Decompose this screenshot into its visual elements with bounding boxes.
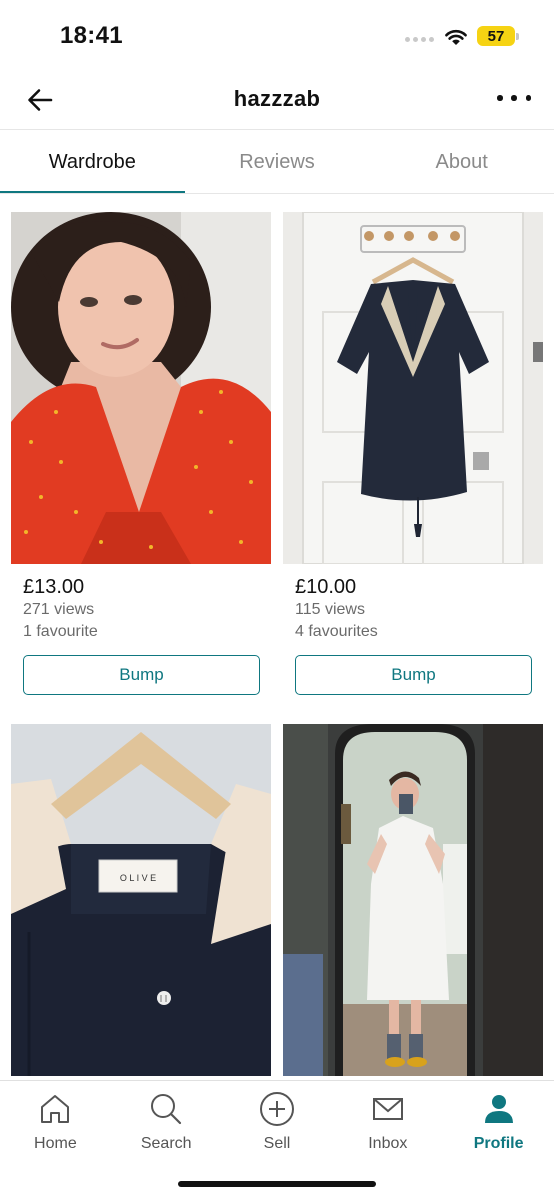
nav-header: hazzzab — [0, 72, 554, 128]
item-price: £10.00 — [295, 576, 357, 598]
status-time: 18:41 — [60, 22, 123, 49]
item-favourites: 1 favourite — [23, 623, 98, 640]
nav-label-search: Search — [140, 1135, 192, 1152]
nav-item-sell[interactable]: Sell — [222, 1081, 333, 1161]
item-card[interactable] — [283, 724, 543, 1076]
item-card[interactable]: O L I V E — [11, 724, 271, 1076]
nav-label-sell: Sell — [263, 1135, 291, 1152]
brand-label-text: O L I V E — [120, 873, 156, 883]
status-bar: 18:41 57 — [0, 0, 554, 70]
tab-wardrobe[interactable]: Wardrobe — [0, 130, 185, 194]
nav-item-home[interactable]: Home — [0, 1081, 111, 1161]
battery-indicator: 57 — [477, 26, 519, 46]
home-icon — [41, 1095, 70, 1123]
plus-circle-icon — [259, 1092, 294, 1126]
search-icon — [151, 1094, 182, 1125]
item-views: 115 views — [295, 601, 365, 618]
wifi-icon — [445, 30, 467, 45]
bump-button[interactable]: Bump — [23, 655, 260, 695]
cellular-signal-icon — [405, 37, 434, 42]
bottom-nav: Home Search Sell Inbox Profile — [0, 1080, 554, 1200]
nav-label-home: Home — [34, 1135, 77, 1152]
nav-item-profile[interactable]: Profile — [443, 1081, 554, 1161]
more-options-icon[interactable] — [495, 86, 533, 110]
item-photo[interactable] — [283, 212, 543, 564]
item-photo[interactable]: O L I V E — [11, 724, 271, 1076]
profile-tabs: Wardrobe Reviews About — [0, 130, 554, 194]
bump-button[interactable]: Bump — [295, 655, 532, 695]
tab-about[interactable]: About — [369, 130, 554, 194]
item-photo[interactable] — [283, 724, 543, 1076]
person-icon — [484, 1095, 513, 1123]
item-favourites: 4 favourites — [295, 623, 378, 640]
item-views: 271 views — [23, 601, 95, 618]
nav-label-profile: Profile — [473, 1135, 524, 1152]
tab-reviews[interactable]: Reviews — [185, 130, 370, 194]
item-card[interactable]: £10.00 115 views 4 favourites Bump — [283, 212, 543, 695]
home-indicator — [178, 1181, 376, 1187]
nav-item-inbox[interactable]: Inbox — [332, 1081, 443, 1161]
item-card[interactable]: £13.00 271 views 1 favourite Bump — [11, 212, 271, 695]
item-photo[interactable] — [11, 212, 271, 564]
mail-icon — [372, 1098, 403, 1120]
page-title: hazzzab — [233, 86, 321, 111]
divider — [0, 193, 554, 194]
item-price: £13.00 — [23, 576, 85, 598]
nav-label-inbox: Inbox — [368, 1135, 408, 1152]
nav-item-search[interactable]: Search — [111, 1081, 222, 1161]
